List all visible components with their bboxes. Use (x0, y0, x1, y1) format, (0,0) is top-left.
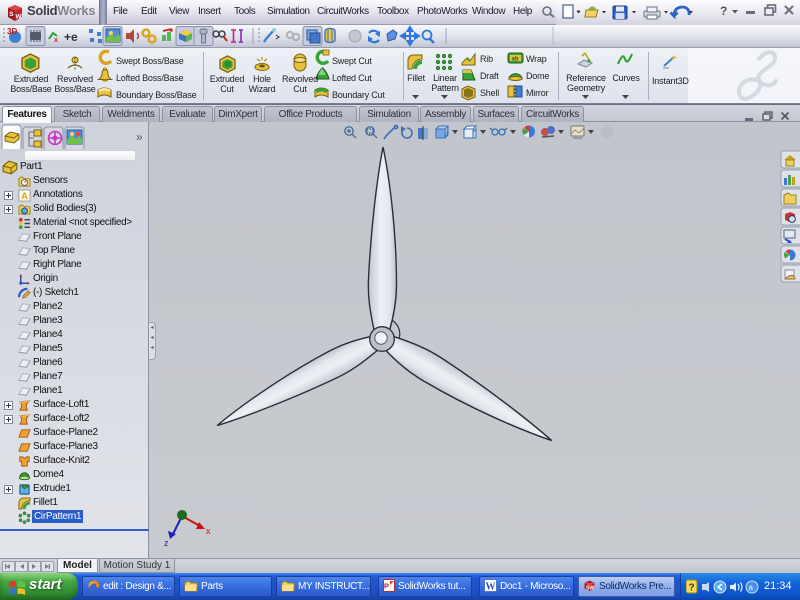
svg-text:z: z (164, 538, 169, 548)
svg-text:W: W (16, 14, 23, 21)
svg-text:?: ? (689, 583, 695, 594)
svg-text:a: a (749, 583, 754, 592)
svg-text:P: P (384, 582, 389, 591)
svg-text:ab: ab (512, 57, 519, 63)
svg-text:W: W (486, 582, 496, 593)
svg-text:S: S (9, 11, 14, 18)
svg-text:x: x (54, 37, 58, 44)
svg-text:+e: +e (64, 30, 78, 44)
svg-text:SW: SW (586, 586, 595, 592)
svg-text:3D: 3D (7, 27, 17, 36)
svg-text:x: x (206, 526, 211, 536)
